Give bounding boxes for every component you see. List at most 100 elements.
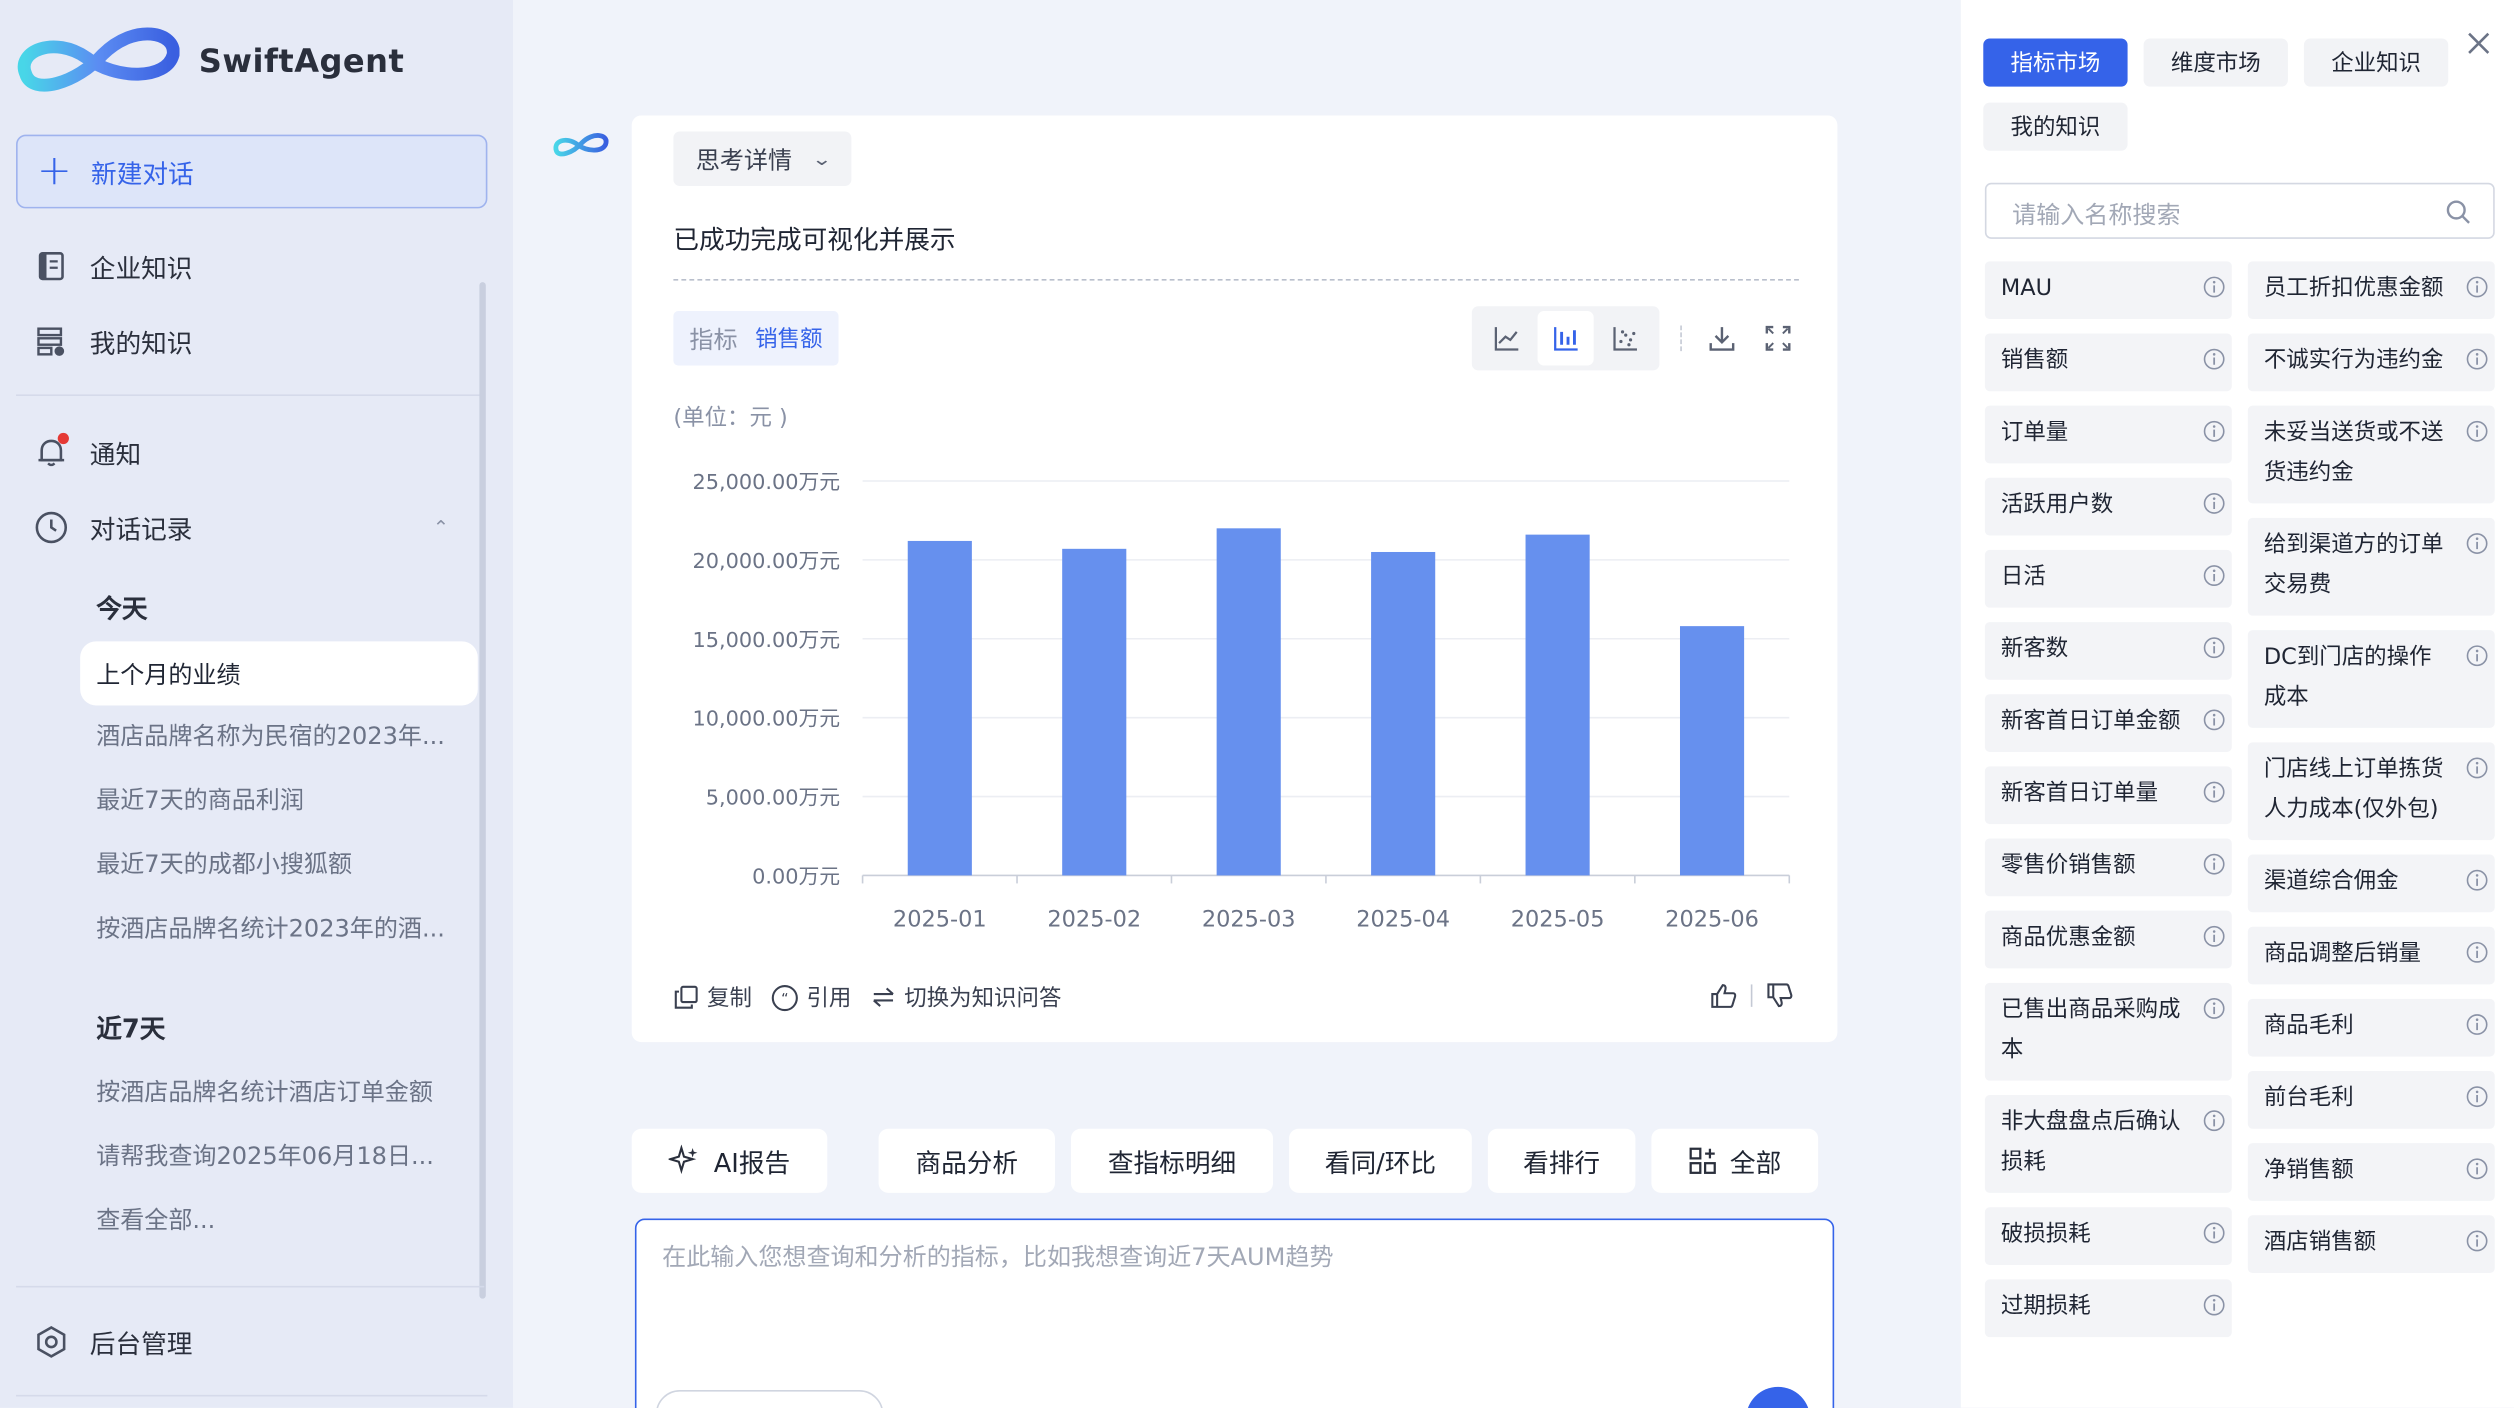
info-icon[interactable] <box>2466 420 2488 442</box>
nav-admin[interactable]: 后台管理 <box>32 1323 192 1361</box>
fullscreen-icon[interactable] <box>1762 322 1794 354</box>
metric-item[interactable]: 日活 <box>1984 549 2232 608</box>
metric-item[interactable]: 订单量 <box>1984 405 2232 464</box>
info-icon[interactable] <box>2466 757 2488 779</box>
info-icon[interactable] <box>2466 276 2488 298</box>
new-chat-button[interactable]: + 新建对话 <box>16 134 488 209</box>
info-icon[interactable] <box>2466 1013 2488 1035</box>
metric-item[interactable]: 已售出商品采购成本 <box>1984 982 2232 1081</box>
history-item[interactable]: 最近7天的成都小搜狐额 <box>96 847 468 881</box>
search-icon[interactable] <box>2445 199 2471 225</box>
history-item[interactable]: 酒店品牌名称为民宿的2023年... <box>96 718 468 752</box>
metric-item[interactable]: 零售价销售额 <box>1984 838 2232 897</box>
history-item[interactable]: 请帮我查询2025年06月18日... <box>96 1138 468 1172</box>
tab-enterprise-knowledge[interactable]: 企业知识 <box>2303 38 2449 87</box>
chevron-up-icon[interactable]: ⌃ <box>433 516 449 538</box>
switch-to-knowledge-qa-button[interactable]: 切换为知识问答 <box>871 981 1061 1013</box>
info-icon[interactable] <box>2203 781 2225 803</box>
info-icon[interactable] <box>2203 492 2225 514</box>
chat-input-box[interactable]: 在此输入您想查询和分析的指标，比如我想查询近7天AUM趋势 <box>634 1218 1835 1408</box>
metric-item[interactable]: 非大盘盘点后确认损耗 <box>1984 1095 2232 1193</box>
line-chart-toggle[interactable] <box>1478 311 1534 366</box>
metric-item[interactable]: DC到门店的操作成本 <box>2247 630 2495 728</box>
metric-item[interactable]: 未妥当送货或不送货违约金 <box>2247 405 2495 504</box>
bar <box>1216 528 1281 876</box>
nav-notifications[interactable]: 通知 <box>32 432 141 471</box>
goods-analysis-chip[interactable]: 商品分析 <box>878 1128 1055 1193</box>
info-icon[interactable] <box>2203 420 2225 442</box>
metric-item[interactable]: 门店线上订单拣货人力成本(仅外包) <box>2247 742 2495 841</box>
metric-item[interactable]: 渠道综合佣金 <box>2247 854 2495 913</box>
metric-item[interactable]: 商品优惠金额 <box>1984 910 2232 969</box>
metric-tag-value: 销售额 <box>755 327 823 353</box>
info-icon[interactable] <box>2203 997 2225 1019</box>
tab-my-knowledge[interactable]: 我的知识 <box>1983 102 2128 151</box>
nav-my-knowledge[interactable]: 我的知识 <box>32 322 192 360</box>
ai-report-chip[interactable]: AI报告 <box>631 1128 828 1193</box>
metric-item[interactable]: MAU <box>1984 261 2232 320</box>
info-icon[interactable] <box>2203 276 2225 298</box>
input-option-pill[interactable] <box>655 1390 884 1408</box>
scatter-chart-toggle[interactable] <box>1597 311 1653 366</box>
metric-tag[interactable]: 指标 销售额 <box>673 311 839 366</box>
yoy-mom-chip[interactable]: 看同/环比 <box>1289 1128 1472 1193</box>
copy-button[interactable]: 复制 <box>673 981 752 1013</box>
metric-detail-chip[interactable]: 查指标明细 <box>1071 1128 1274 1193</box>
history-item[interactable]: 最近7天的商品利润 <box>96 782 468 816</box>
sidebar-scrollbar[interactable] <box>479 282 486 1299</box>
info-icon[interactable] <box>2203 925 2225 947</box>
info-icon[interactable] <box>2203 564 2225 587</box>
metric-item[interactable]: 新客首日订单金额 <box>1984 694 2232 752</box>
info-icon[interactable] <box>2203 637 2225 659</box>
info-icon[interactable] <box>2203 1222 2225 1244</box>
metric-item[interactable]: 酒店销售额 <box>2247 1215 2495 1274</box>
metric-item[interactable]: 前台毛利 <box>2247 1071 2495 1129</box>
think-details-toggle[interactable]: 思考详情 ⌄ <box>673 131 852 186</box>
ranking-chip[interactable]: 看排行 <box>1487 1128 1636 1193</box>
info-icon[interactable] <box>2466 1158 2488 1180</box>
metric-item[interactable]: 新客首日订单量 <box>1984 766 2232 825</box>
info-icon[interactable] <box>2203 1109 2225 1132</box>
metric-item[interactable]: 不诚实行为违约金 <box>2247 333 2495 392</box>
switch-arrows-icon <box>873 987 894 1007</box>
tab-metric-market[interactable]: 指标市场 <box>1983 38 2128 87</box>
info-icon[interactable] <box>2203 1294 2225 1316</box>
cite-button[interactable]: “ 引用 <box>771 981 851 1013</box>
quick-action-bar: AI报告 商品分析 查指标明细 看同/环比 看排行 全部 <box>631 1128 1838 1193</box>
metric-item[interactable]: 商品毛利 <box>2247 998 2495 1057</box>
nav-chat-history[interactable]: 对话记录 <box>32 508 192 546</box>
metric-item[interactable]: 活跃用户数 <box>1984 477 2232 536</box>
all-actions-chip[interactable]: 全部 <box>1651 1128 1819 1193</box>
info-icon[interactable] <box>2466 869 2488 891</box>
info-icon[interactable] <box>2466 645 2488 667</box>
info-icon[interactable] <box>2203 853 2225 875</box>
metric-search-input[interactable]: 请输入名称搜索 <box>1984 182 2495 239</box>
info-icon[interactable] <box>2466 532 2488 554</box>
metric-item[interactable]: 给到渠道方的订单交易费 <box>2247 517 2495 616</box>
metric-item[interactable]: 销售额 <box>1984 333 2232 392</box>
history-item-active[interactable]: 上个月的业绩 <box>80 641 478 706</box>
metric-item[interactable]: 净销售额 <box>2247 1143 2495 1201</box>
thumbs-down-icon[interactable] <box>1765 981 1794 1010</box>
metric-item[interactable]: 破损损耗 <box>1984 1207 2232 1266</box>
info-icon[interactable] <box>2466 348 2488 370</box>
metric-item[interactable]: 过期损耗 <box>1984 1279 2232 1338</box>
history-item[interactable]: 按酒店品牌名统计酒店订单金额 <box>96 1074 468 1108</box>
send-button[interactable] <box>1745 1386 1811 1408</box>
info-icon[interactable] <box>2203 709 2225 731</box>
info-icon[interactable] <box>2466 1085 2488 1108</box>
tab-dimension-market[interactable]: 维度市场 <box>2143 38 2288 87</box>
nav-enterprise-knowledge[interactable]: 企业知识 <box>32 247 192 285</box>
view-all-history-link[interactable]: 查看全部... <box>96 1202 468 1236</box>
download-icon[interactable] <box>1706 322 1738 354</box>
close-icon[interactable] <box>2464 29 2493 58</box>
info-icon[interactable] <box>2466 1230 2488 1252</box>
info-icon[interactable] <box>2203 348 2225 370</box>
bar-chart-toggle[interactable] <box>1537 311 1594 366</box>
thumbs-up-icon[interactable] <box>1709 981 1738 1010</box>
metric-item[interactable]: 商品调整后销量 <box>2247 926 2495 985</box>
metric-item[interactable]: 员工折扣优惠金额 <box>2247 261 2495 320</box>
metric-item[interactable]: 新客数 <box>1984 622 2232 680</box>
info-icon[interactable] <box>2466 941 2488 963</box>
history-item[interactable]: 按酒店品牌名统计2023年的酒... <box>96 911 468 945</box>
